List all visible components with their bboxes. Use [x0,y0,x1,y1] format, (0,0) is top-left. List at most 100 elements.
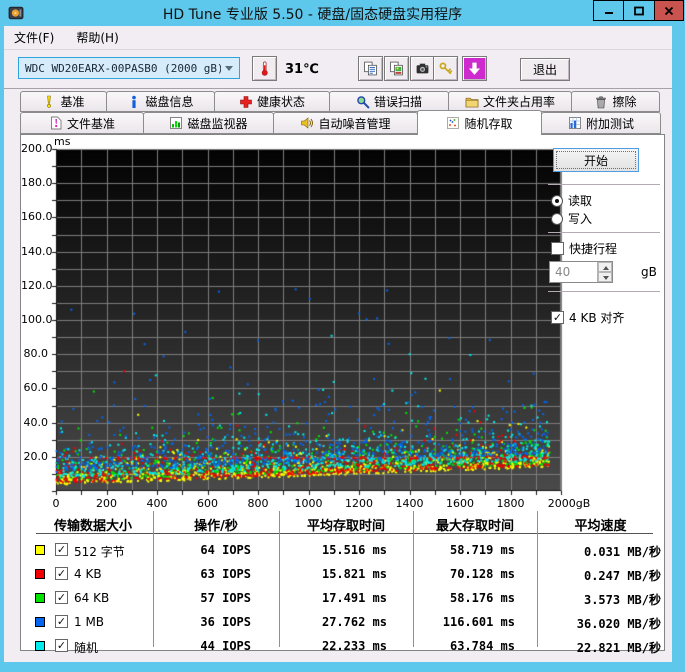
menu-file[interactable]: 文件(F) [7,26,61,49]
radio-read-label: 读取 [568,194,593,208]
checkbox-short-stroke[interactable]: 快捷行程 [551,240,617,257]
tab-health[interactable]: 健康状态 [214,91,330,112]
spinner[interactable] [597,262,612,282]
benchmark-icon [47,95,52,108]
series-checkbox-1mb[interactable] [55,615,68,628]
cell-avg-speed: 22.821 MB/秒 [576,641,661,655]
copy-text-button[interactable] [358,56,383,81]
y-tick-label: 20.0 [23,449,49,463]
tab-error-scan[interactable]: 错误扫描 [329,91,449,112]
table-header-3: 最大存取时间 [435,519,514,534]
cell-iops: 57 IOPS [200,591,251,605]
tab-folder-usage[interactable]: 文件夹占用率 [448,91,572,112]
temperature-button[interactable] [252,56,277,81]
down-arrow-icon [468,62,481,75]
checkbox-short-stroke-box [551,242,564,255]
radio-write[interactable]: 写入 [551,210,592,227]
tab-disk-monitor[interactable]: 磁盘监视器 [143,112,274,134]
settings-button[interactable] [433,56,458,81]
table-header-4: 平均速度 [574,519,627,534]
short-stroke-size-input[interactable]: 40 [549,261,613,283]
maximize-button[interactable] [624,0,655,21]
checkbox-4kb-align-label: 4 KB 对齐 [569,311,625,325]
menu-help[interactable]: 帮助(H) [69,26,125,49]
tab-disk-monitor-label: 磁盘监视器 [187,116,248,131]
tab-extra-tests[interactable]: 附加测试 [541,112,661,134]
results-table: 传输数据大小 操作/秒 平均存取时间 最大存取时间 平均速度 512 字节 64 IOPS… [21,509,666,655]
tab-folder-usage-label: 文件夹占用率 [482,95,555,109]
divider [548,184,660,185]
toolbar-divider [4,88,672,89]
cell-iops: 36 IOPS [200,615,251,629]
cell-max-access: 58.719 ms [449,543,515,557]
checkbox-4kb-align[interactable]: 4 KB 对齐 [551,309,624,326]
minimize-button[interactable] [593,0,624,21]
exit-button[interactable]: 退出 [520,58,570,81]
y-tick-label: 200.0 [21,142,53,155]
series-color-chip [35,569,45,579]
chevron-down-icon [225,65,233,71]
y-tick-label: 100.0 [21,313,53,326]
y-tick-label: 120.0 [21,278,53,292]
update-button[interactable] [462,56,487,81]
table-row-64kb: 64 KB 57 IOPS 17.491 ms 58.176 ms 3.573 MB/秒 [21,589,666,611]
random-access-icon [447,117,460,129]
tab-random-access[interactable]: 随机存取 [417,110,542,135]
chart-canvas [51,145,563,497]
tab-erase[interactable]: 擦除 [571,91,660,112]
tab-aam-label: 自动噪音管理 [318,116,391,131]
short-stroke-unit: gB [641,265,657,279]
tab-benchmark-label: 基准 [60,95,85,109]
divider [548,232,660,233]
app-icon [8,5,24,21]
tab-row-1: 基准 磁盘信息 健康状态 错误扫描 文件夹占用率 擦除 [20,91,665,112]
radio-read[interactable]: 读取 [551,192,592,209]
radio-write-dot [551,212,563,225]
screenshot-button[interactable] [410,56,435,81]
cell-max-access: 63.784 ms [449,639,515,653]
y-tick-label: 80.0 [23,347,49,361]
cell-avg-access: 22.233 ms [321,639,387,653]
close-button[interactable] [655,0,684,21]
tab-file-benchmark-label: 文件基准 [66,116,115,131]
series-checkbox-4kb[interactable] [55,567,68,580]
drive-selector[interactable]: WDC WD20EARX-00PASB0 (2000 gB) [18,57,240,79]
series-color-chip [35,641,45,651]
test-controls: 开始 读取 写入 快捷行程 40 gB ✓ 4 KB 对齐 [543,135,666,513]
series-label: 随机 [74,641,99,655]
tab-disk-info[interactable]: 磁盘信息 [106,91,215,112]
aam-icon [301,117,314,129]
copy-text-icon [364,61,377,76]
y-tick-label: 180.0 [21,176,53,190]
menu-bar: 文件(F) 帮助(H) [4,26,672,49]
series-checkbox-512b[interactable] [55,543,68,556]
tab-file-benchmark[interactable]: 文件基准 [20,112,144,134]
cell-avg-speed: 0.031 MB/秒 [583,545,661,559]
folder-usage-icon [465,97,479,107]
copy-image-button[interactable] [384,56,409,81]
cell-iops: 64 IOPS [200,543,251,557]
checkbox-short-stroke-label: 快捷行程 [569,242,618,256]
tab-extra-tests-label: 附加测试 [585,116,634,131]
radio-read-dot [551,194,563,207]
series-checkbox-random[interactable] [55,639,68,652]
series-checkbox-64kb[interactable] [55,591,68,604]
titlebar: HD Tune 专业版 5.50 - 硬盘/固态硬盘实用程序 [0,0,685,26]
tab-aam[interactable]: 自动噪音管理 [273,112,418,134]
spinner-up-icon[interactable] [598,262,612,272]
start-button[interactable]: 开始 [553,148,639,172]
series-label: 4 KB [74,567,102,581]
erase-icon [596,96,607,108]
temperature-value: 31℃ [285,62,319,77]
cell-avg-access: 15.516 ms [321,543,387,557]
tab-benchmark[interactable]: 基准 [20,91,107,112]
series-color-chip [35,617,45,627]
cell-avg-speed: 0.247 MB/秒 [583,569,661,583]
maximize-icon [634,6,644,15]
camera-icon [416,63,429,74]
cell-avg-access: 17.491 ms [321,591,387,605]
spinner-down-icon[interactable] [598,272,612,282]
y-tick-label: 160.0 [21,210,53,224]
toolbar: WDC WD20EARX-00PASB0 (2000 gB) 31℃ 退出 [4,50,672,88]
series-label: 512 字节 [74,545,125,559]
